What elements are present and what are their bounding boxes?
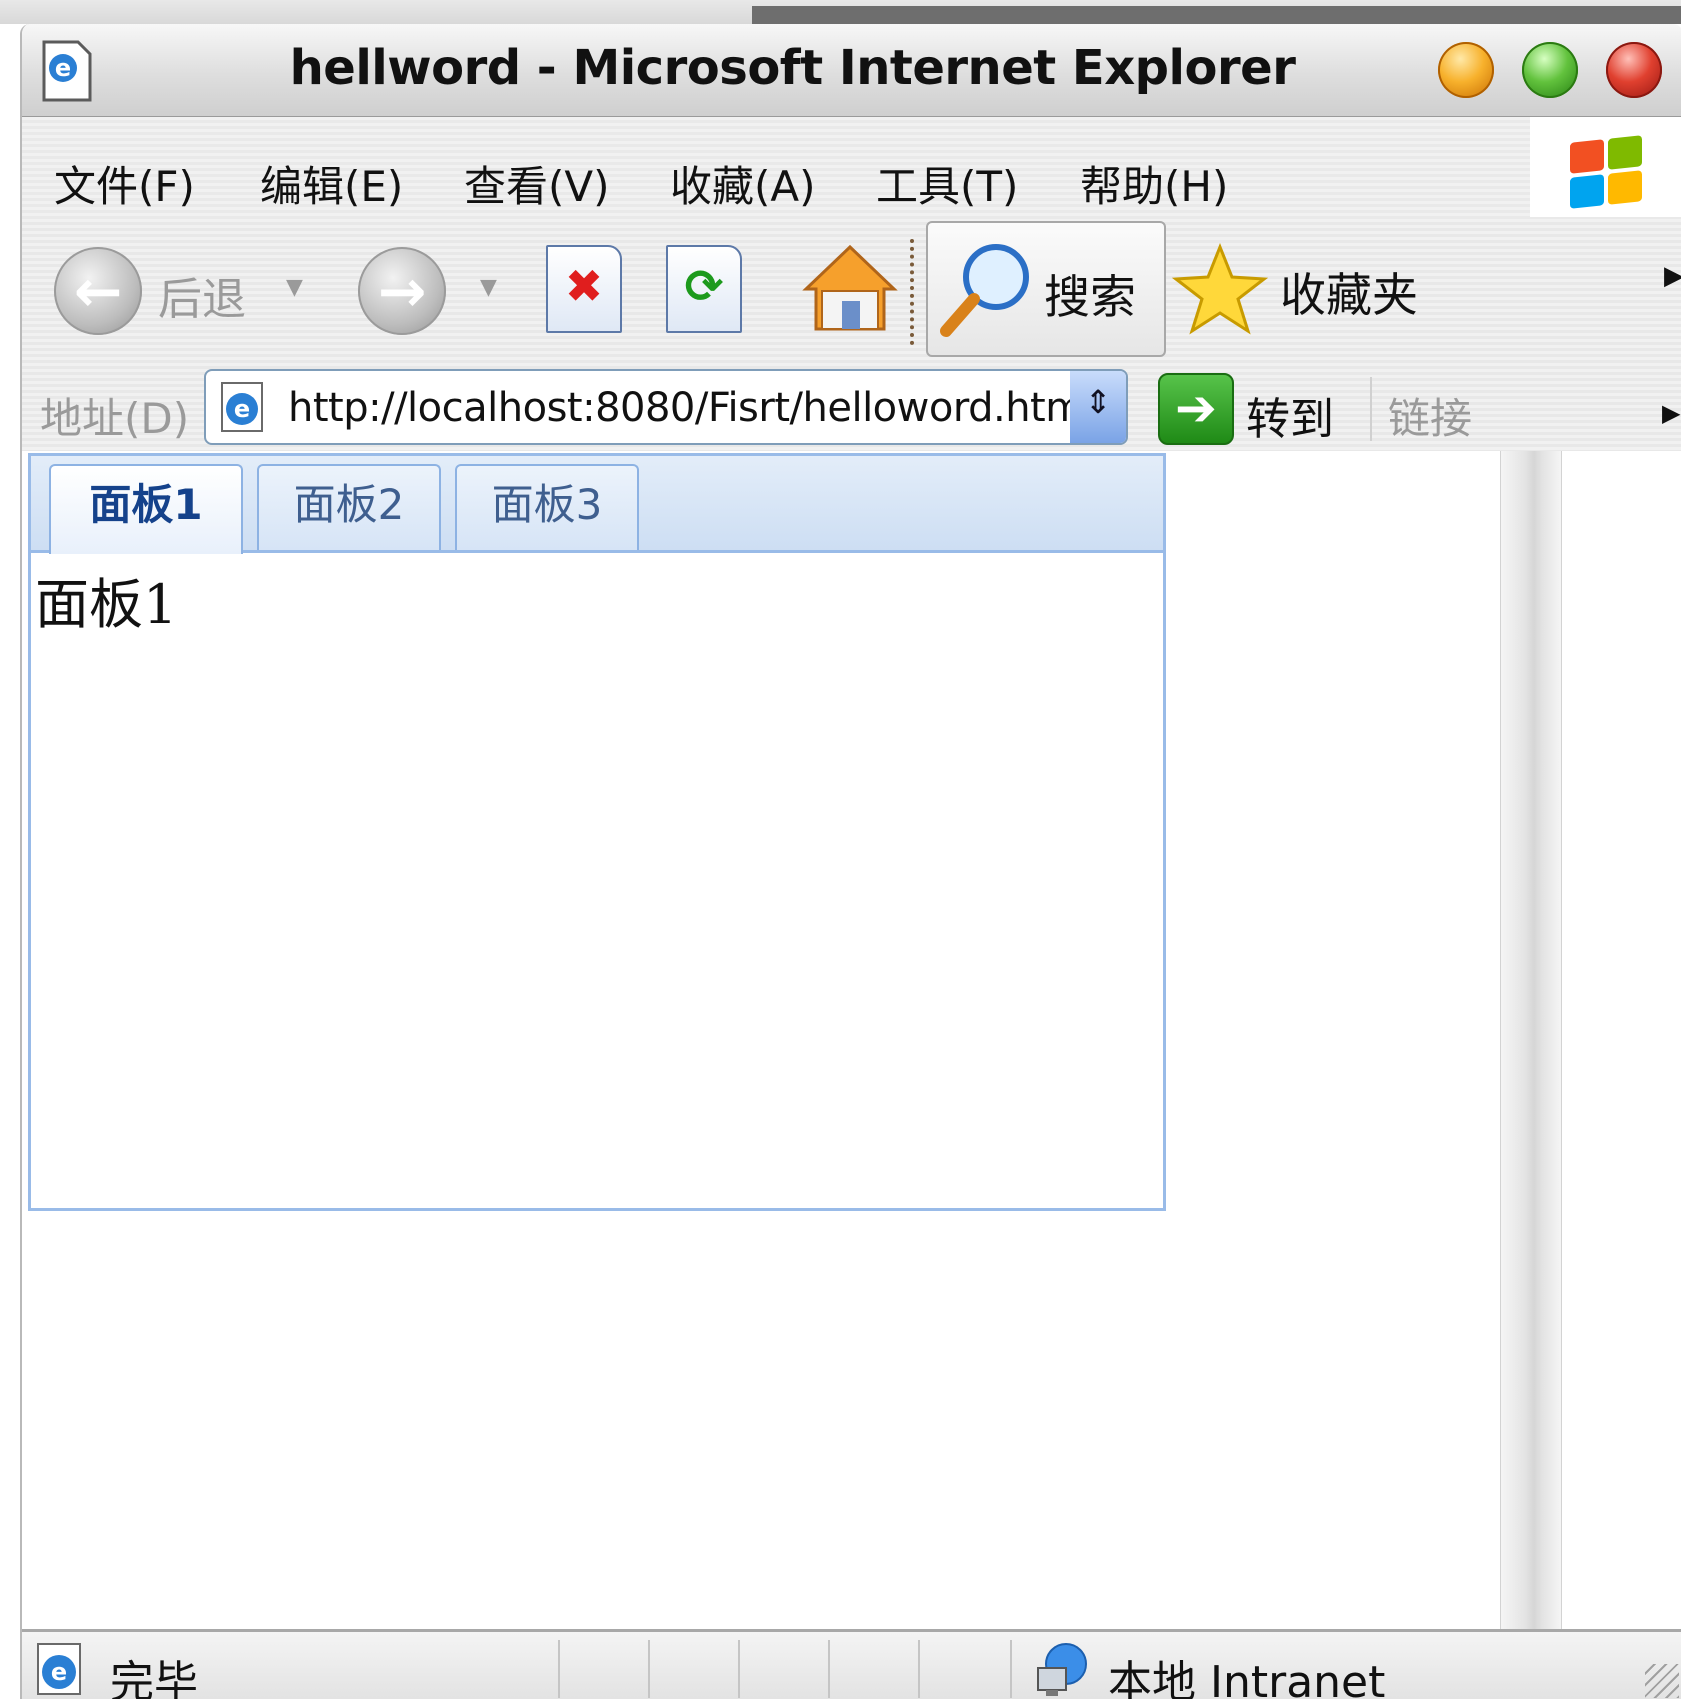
ie-page-icon: e	[221, 382, 263, 432]
toolbar-overflow-chevron-icon[interactable]: ▶	[1664, 261, 1681, 291]
forward-button[interactable]: →	[358, 247, 446, 335]
address-bar: 地址(D) e http://localhost:8080/Fisrt/hell…	[22, 369, 1681, 451]
forward-dropdown-arrow-icon[interactable]: ▼	[480, 275, 497, 300]
refresh-icon: ⟳	[684, 259, 724, 313]
tab-panel-3[interactable]: 面板3	[455, 464, 639, 550]
title-bar[interactable]: e hellword - Microsoft Internet Explorer	[22, 24, 1681, 117]
menu-help[interactable]: 帮助(H)	[1080, 153, 1228, 214]
back-arrow-icon: ←	[73, 257, 123, 325]
security-zone-label: 本地 Intranet	[1108, 1657, 1386, 1699]
svg-text:e: e	[234, 395, 250, 423]
status-text: 完毕	[110, 1657, 198, 1699]
status-pane-divider	[1010, 1640, 1012, 1698]
status-pane-divider	[828, 1640, 830, 1698]
tab-panel: 面板1 面板2 面板3 面板1	[28, 453, 1166, 1211]
back-button[interactable]: ←	[54, 247, 142, 335]
links-label[interactable]: 链接	[1388, 385, 1472, 446]
stop-button[interactable]: ✖	[546, 245, 622, 333]
status-pane-divider	[918, 1640, 920, 1698]
menu-bar: 文件(F) 编辑(E) 查看(V) 收藏(A) 工具(T) 帮助(H)	[22, 117, 1681, 219]
tab-strip: 面板1 面板2 面板3	[31, 456, 1163, 554]
minimize-button[interactable]	[1438, 42, 1494, 98]
resize-grip-icon[interactable]	[1645, 1664, 1679, 1698]
maximize-button[interactable]	[1522, 42, 1578, 98]
close-button[interactable]	[1606, 42, 1662, 98]
updown-arrow-icon: ⇕	[1084, 383, 1112, 421]
address-dropdown-button[interactable]: ⇕	[1070, 371, 1126, 443]
page-content: 面板1 面板2 面板3 面板1	[22, 451, 1500, 1629]
favorites-label: 收藏夹	[1280, 268, 1418, 322]
menu-file[interactable]: 文件(F)	[54, 153, 195, 214]
window-title: hellword - Microsoft Internet Explorer	[289, 40, 1296, 96]
search-magnifier-icon	[940, 244, 1029, 337]
menu-edit[interactable]: 编辑(E)	[260, 153, 403, 214]
svg-text:e: e	[51, 1658, 67, 1686]
address-input[interactable]: e http://localhost:8080/Fisrt/helloword.…	[204, 369, 1128, 445]
tab-panel-1[interactable]: 面板1	[49, 464, 243, 554]
home-icon[interactable]	[802, 241, 898, 337]
go-label[interactable]: 转到	[1246, 383, 1334, 447]
standard-toolbar: ← 后退 ▼ → ▼ ✖ ⟳ 搜索 收藏夹	[22, 219, 1681, 369]
local-intranet-icon	[1037, 1643, 1087, 1696]
back-dropdown-arrow-icon[interactable]: ▼	[286, 275, 303, 300]
status-pane-divider	[648, 1640, 650, 1698]
go-button[interactable]: ➔	[1158, 373, 1234, 445]
tab-panel-2[interactable]: 面板2	[257, 464, 441, 550]
links-overflow-chevron-icon[interactable]: ▶	[1662, 399, 1680, 427]
menu-favorites[interactable]: 收藏(A)	[670, 153, 816, 214]
stop-icon: ✖	[564, 259, 604, 313]
menu-tools[interactable]: 工具(T)	[876, 153, 1018, 214]
go-arrow-icon: ➔	[1175, 379, 1217, 437]
windows-logo-icon	[1570, 135, 1642, 209]
desktop-background-strip	[0, 0, 1681, 24]
status-pane-divider	[558, 1640, 560, 1698]
windows-logo-area	[1530, 117, 1681, 217]
refresh-button[interactable]: ⟳	[666, 245, 742, 333]
search-button[interactable]: 搜索	[926, 221, 1166, 357]
toolbar-separator	[910, 239, 914, 345]
search-label: 搜索	[1044, 270, 1136, 324]
vertical-scrollbar[interactable]	[1500, 451, 1562, 1629]
status-pane-divider	[738, 1640, 740, 1698]
browser-window: e hellword - Microsoft Internet Explorer…	[20, 24, 1681, 1699]
status-bar: e 完毕 本地 Intranet	[22, 1629, 1681, 1699]
favorites-star-icon	[1172, 243, 1268, 335]
forward-arrow-icon: →	[377, 257, 427, 325]
address-label: 地址(D)	[40, 394, 190, 443]
ie-page-icon: e	[37, 1643, 81, 1695]
back-label: 后退	[158, 274, 246, 325]
links-separator	[1370, 377, 1372, 441]
panel-body-text: 面板1	[35, 573, 178, 636]
menu-view[interactable]: 查看(V)	[464, 153, 610, 214]
address-url-text: http://localhost:8080/Fisrt/helloword.ht…	[288, 385, 1095, 431]
